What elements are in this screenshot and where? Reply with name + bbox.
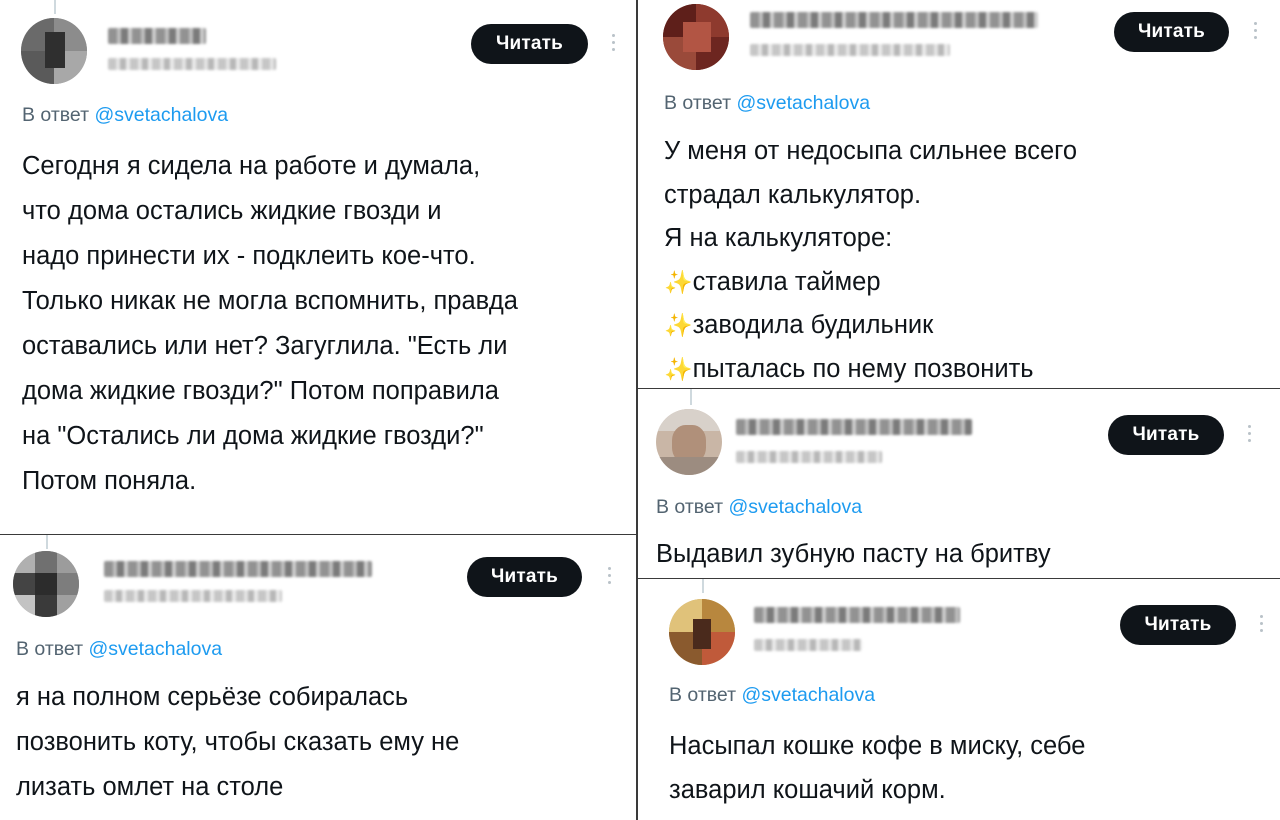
more-options-icon[interactable] (1260, 615, 1264, 632)
thread-line (702, 579, 704, 593)
reply-prefix: В ответ (656, 496, 724, 518)
tweet-line: Выдавил зубную пасту на бритву (656, 540, 1051, 568)
sparkles-icon: ✨ (664, 312, 693, 338)
read-button[interactable]: Читать (467, 557, 582, 597)
tweet-line: надо принести их - подклеить кое-что. (22, 242, 476, 270)
handle-blurred[interactable] (104, 590, 282, 602)
tweet-line: лизать омлет на столе (16, 773, 284, 801)
tweet-line: дома жидкие гвозди?" Потом поправила (22, 377, 499, 405)
avatar[interactable] (663, 4, 729, 70)
display-name-blurred[interactable] (750, 12, 1038, 28)
sparkles-icon: ✨ (664, 268, 693, 295)
display-name-blurred[interactable] (108, 28, 206, 44)
tweet-line: Только никак не могла вспомнить, правда (22, 287, 518, 315)
tweet-line: ✨ставила таймер (664, 261, 1077, 305)
tweet-line: У меня от недосыпа сильнее всего (664, 137, 1078, 165)
read-button[interactable]: Читать (1108, 415, 1224, 455)
tweet-card-5[interactable]: Читать В ответ @svetachalova Насыпал кош… (638, 579, 1280, 820)
avatar[interactable] (656, 409, 722, 475)
thread-line (46, 535, 48, 549)
tweet-line: Я на калькуляторе: (664, 224, 893, 252)
list-item-text: заводила будильник (692, 311, 934, 339)
tweet-line: что дома остались жидкие гвозди и (22, 197, 442, 225)
reply-context: В ответ @svetachalova (16, 638, 222, 661)
avatar[interactable] (13, 551, 79, 617)
read-button[interactable]: Читать (1120, 605, 1236, 645)
more-options-icon[interactable] (1248, 425, 1252, 442)
list-item-text: ставила таймер (692, 267, 881, 296)
mention-link[interactable]: @svetachalova (741, 684, 875, 706)
tweet-card-2[interactable]: Читать В ответ @svetachalova я на полном… (0, 535, 636, 820)
reply-prefix: В ответ (16, 638, 84, 660)
tweet-card-1[interactable]: Читать В ответ @svetachalova Сегодня я с… (0, 0, 636, 534)
more-options-icon[interactable] (608, 567, 612, 584)
reply-prefix: В ответ (22, 104, 90, 126)
reply-prefix: В ответ (664, 92, 732, 114)
mention-link[interactable]: @svetachalova (736, 92, 870, 114)
tweet-line: оставались или нет? Загуглила. "Есть ли (22, 332, 508, 360)
display-name-blurred[interactable] (736, 419, 972, 435)
tweet-line: Насыпал кошке кофе в миску, себе (669, 732, 1086, 760)
handle-blurred[interactable] (108, 58, 276, 70)
handle-blurred[interactable] (754, 639, 862, 651)
avatar[interactable] (21, 18, 87, 84)
thread-line (690, 389, 692, 405)
handle-blurred[interactable] (750, 44, 950, 56)
mention-link[interactable]: @svetachalova (94, 104, 228, 126)
reply-context: В ответ @svetachalova (22, 104, 228, 127)
thread-line (54, 0, 56, 14)
tweet-line: ✨пыталась по нему позвонить (664, 348, 1077, 389)
reply-prefix: В ответ (669, 684, 737, 706)
tweet-line: заварил кошачий корм. (669, 776, 946, 804)
read-button[interactable]: Читать (1114, 12, 1229, 52)
handle-blurred[interactable] (736, 451, 882, 463)
mention-link[interactable]: @svetachalova (88, 638, 222, 660)
reply-context: В ответ @svetachalova (669, 684, 875, 707)
tweet-card-4[interactable]: Читать В ответ @svetachalova Выдавил зуб… (638, 389, 1280, 578)
mention-link[interactable]: @svetachalova (728, 496, 862, 518)
display-name-blurred[interactable] (104, 561, 372, 577)
tweet-text: Сегодня я сидела на работе и думала, что… (22, 144, 518, 504)
tweet-card-3[interactable]: Читать В ответ @svetachalova У меня от н… (638, 0, 1280, 388)
tweet-text: я на полном серьёзе собиралась позвонить… (16, 675, 459, 810)
tweet-text: У меня от недосыпа сильнее всего страдал… (664, 130, 1077, 388)
list-item-text: пыталась по нему позвонить (692, 354, 1034, 383)
tweet-text: Насыпал кошке кофе в миску, себе заварил… (669, 724, 1085, 812)
tweet-line: я на полном серьёзе собиралась (16, 683, 409, 711)
more-options-icon[interactable] (1254, 22, 1258, 39)
reply-context: В ответ @svetachalova (664, 92, 870, 115)
sparkles-icon: ✨ (664, 355, 693, 382)
tweet-line: Потом поняла. (22, 467, 197, 495)
tweet-line: Сегодня я сидела на работе и думала, (22, 152, 481, 180)
display-name-blurred[interactable] (754, 607, 960, 623)
tweet-line: на "Остались ли дома жидкие гвозди?" (22, 422, 484, 450)
read-button[interactable]: Читать (471, 24, 588, 64)
reply-context: В ответ @svetachalova (656, 496, 862, 519)
tweet-text: Выдавил зубную пасту на бритву (656, 534, 1051, 574)
tweet-line: позвонить коту, чтобы сказать ему не (16, 728, 460, 756)
more-options-icon[interactable] (612, 34, 616, 51)
tweet-line: ✨заводила будильник (664, 304, 1077, 348)
tweet-line: страдал калькулятор. (664, 180, 922, 209)
avatar[interactable] (669, 599, 735, 665)
